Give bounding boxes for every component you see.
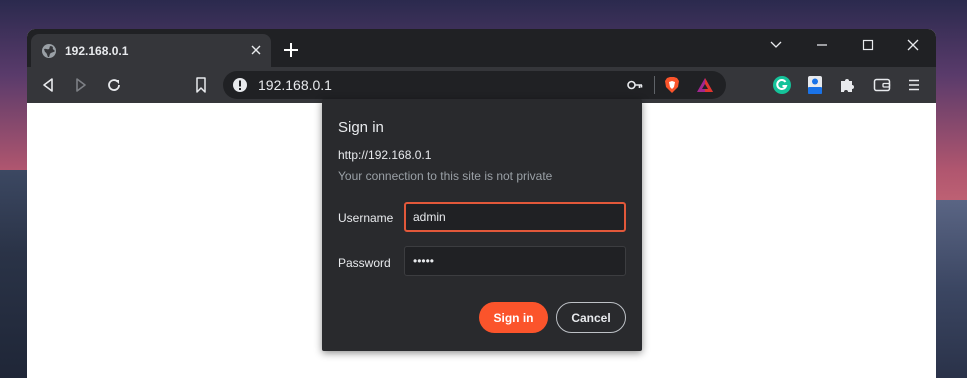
puzzle-icon[interactable] — [837, 75, 857, 95]
minimize-icon[interactable] — [812, 37, 832, 53]
tab-title: 192.168.0.1 — [65, 43, 129, 58]
cancel-button[interactable]: Cancel — [556, 302, 626, 333]
dialog-privacy-warning: Your connection to this site is not priv… — [338, 169, 553, 183]
maximize-icon[interactable] — [858, 37, 878, 53]
password-field[interactable] — [404, 246, 626, 276]
dialog-site-url: http://192.168.0.1 — [338, 148, 432, 162]
rewards-triangle-icon[interactable] — [696, 77, 714, 93]
address-bar[interactable]: 192.168.0.1 — [223, 71, 726, 99]
brave-lion-icon[interactable] — [664, 76, 680, 94]
plus-icon[interactable] — [283, 42, 299, 58]
window-close-icon[interactable] — [903, 37, 923, 53]
tab-active[interactable]: 192.168.0.1 — [31, 34, 271, 67]
username-label: Username — [338, 211, 394, 225]
reload-icon[interactable] — [105, 76, 123, 94]
toolbar: 192.168.0.1 — [27, 67, 936, 103]
chevron-down-icon[interactable] — [766, 37, 786, 53]
grammarly-icon[interactable] — [772, 75, 792, 95]
bookmark-icon[interactable] — [192, 76, 210, 94]
wallpaper-right — [936, 200, 967, 378]
close-icon[interactable] — [249, 43, 263, 57]
sign-in-button[interactable]: Sign in — [479, 302, 548, 333]
dialog-title: Sign in — [338, 119, 384, 136]
menu-icon[interactable] — [904, 75, 924, 95]
back-icon[interactable] — [39, 76, 57, 94]
username-field[interactable] — [404, 202, 626, 232]
wallet-icon[interactable] — [872, 75, 892, 95]
info-icon[interactable] — [232, 77, 248, 93]
translate-icon[interactable] — [805, 75, 825, 95]
tab-strip: 192.168.0.1 — [27, 29, 936, 67]
key-icon[interactable] — [627, 78, 643, 92]
globe-icon — [42, 43, 56, 58]
sign-in-dialog: Sign in http://192.168.0.1 Your connecti… — [322, 99, 642, 351]
address-separator — [654, 76, 655, 94]
wallpaper-left — [0, 170, 27, 378]
password-label: Password — [338, 256, 391, 270]
forward-icon[interactable] — [72, 76, 90, 94]
address-url: 192.168.0.1 — [258, 77, 332, 93]
